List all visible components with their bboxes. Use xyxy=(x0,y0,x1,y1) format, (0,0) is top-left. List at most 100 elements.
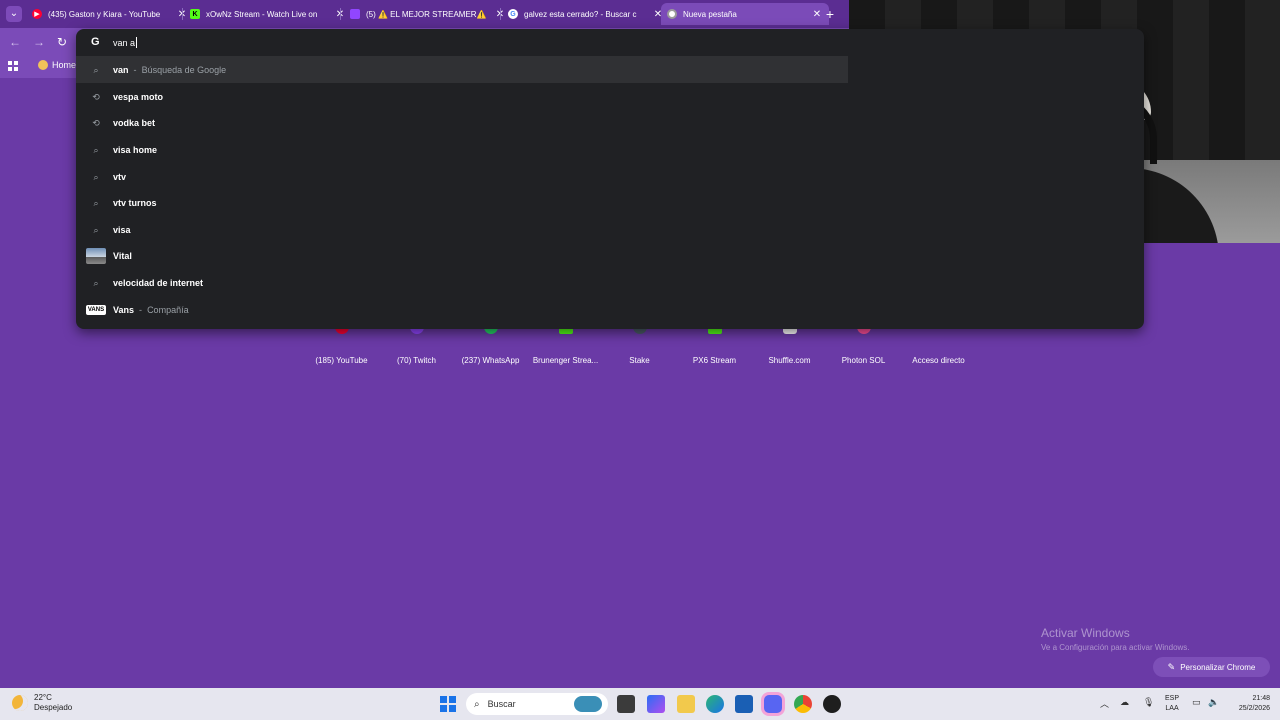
tab-youtube[interactable]: ▶ (435) Gaston y Kiara - YouTube ✕ xyxy=(26,3,194,25)
shortcut-label: Stake xyxy=(629,356,650,365)
pencil-icon: ✎ xyxy=(1167,661,1176,672)
volume-icon[interactable]: 🔈 xyxy=(1208,697,1219,708)
suggestion-text: vespa moto xyxy=(113,91,164,102)
app-icon[interactable] xyxy=(823,695,841,713)
copilot-icon[interactable] xyxy=(647,695,665,713)
apps-grid-icon[interactable] xyxy=(8,61,18,71)
watermark-title: Activar Windows xyxy=(1041,626,1130,640)
tab-new-tab[interactable]: Nueva pestaña ✕ xyxy=(661,3,829,25)
suggestion-row[interactable]: ⟲ vodka bet xyxy=(76,109,848,136)
network-icon[interactable]: ▭ xyxy=(1192,697,1201,708)
shortcut-label: (237) WhatsApp xyxy=(461,356,520,365)
store-icon[interactable] xyxy=(735,695,753,713)
taskbar-search[interactable]: ⌕ Buscar xyxy=(466,693,608,715)
search-icon: ⌕ xyxy=(93,171,99,182)
moon-icon xyxy=(12,695,28,711)
home-favicon-icon xyxy=(38,60,48,70)
search-icon: ⌕ xyxy=(93,224,99,235)
shortcut-label: (185) YouTube xyxy=(315,356,368,365)
suggestion-row[interactable]: ⌕ van - Búsqueda de Google xyxy=(76,56,848,83)
suggestion-thumbnail xyxy=(86,247,106,264)
omnibox-dropdown: G van a ⌕ van - Búsqueda de Google ⟲ ves… xyxy=(76,29,1144,329)
tab-title: (5) ⚠️ EL MEJOR STREAMER⚠️ xyxy=(366,9,487,19)
suggestion-row[interactable]: ⌕ visa xyxy=(76,216,848,243)
microphone-icon[interactable]: 🎙 xyxy=(1143,697,1154,708)
reload-icon[interactable]: ↻ xyxy=(55,34,69,50)
suggestion-text: vodka bet xyxy=(113,117,156,128)
twitch-icon xyxy=(350,9,360,19)
tab-separator xyxy=(182,8,183,20)
tab-search-button[interactable]: ⌄ xyxy=(6,6,22,22)
suggestion-text: visa xyxy=(113,224,131,235)
watermark-subtitle: Ve a Configuración para activar Windows. xyxy=(1041,643,1190,652)
file-explorer-icon[interactable] xyxy=(677,695,695,713)
edge-icon[interactable] xyxy=(706,695,724,713)
vans-logo-icon: VANS xyxy=(86,304,106,315)
tab-twitch[interactable]: (5) ⚠️ EL MEJOR STREAMER⚠️ ✕ xyxy=(344,3,512,25)
lang-layout: LAA xyxy=(1165,705,1179,712)
back-icon[interactable]: ← xyxy=(8,34,22,50)
suggestion-text: Vans xyxy=(113,304,135,315)
shortcut-label: Acceso directo xyxy=(912,356,965,365)
tab-separator xyxy=(340,8,341,20)
suggestion-row[interactable]: ⌕ vtv xyxy=(76,163,848,190)
suggestion-subtext: Búsqueda de Google xyxy=(141,64,227,75)
suggestion-row[interactable]: Vital xyxy=(76,242,848,269)
google-icon: G xyxy=(508,9,518,19)
forward-icon[interactable]: → xyxy=(32,34,46,50)
suggestion-text: van xyxy=(113,64,129,75)
tab-title: galvez esta cerrado? - Buscar c xyxy=(524,9,637,19)
new-tab-button[interactable]: + xyxy=(822,6,838,22)
kick-icon: K xyxy=(190,9,200,19)
customize-label: Personalizar Chrome xyxy=(1180,662,1256,672)
language-indicator[interactable]: ESP LAA xyxy=(1165,694,1179,714)
weather-status: Despejado xyxy=(34,703,73,712)
chrome-icon xyxy=(667,9,677,19)
tab-title: (435) Gaston y Kiara - YouTube xyxy=(48,9,161,19)
task-view-icon[interactable] xyxy=(617,695,635,713)
shortcut-label: Shuffle.com xyxy=(768,356,811,365)
tab-separator xyxy=(500,8,501,20)
tab-title: Nueva pestaña xyxy=(683,9,737,19)
address-input[interactable]: van a xyxy=(113,37,138,48)
suggestion-text: velocidad de internet xyxy=(113,277,204,288)
weather-widget[interactable]: 22°C Despejado xyxy=(12,693,72,713)
cloud-icon[interactable]: ☁ xyxy=(1120,697,1129,708)
shortcut-label: Photon SOL xyxy=(841,356,886,365)
suggestion-text: vtv turnos xyxy=(113,197,157,208)
search-icon: ⌕ xyxy=(93,277,99,288)
tab-google-search[interactable]: G galvez esta cerrado? - Buscar c ✕ xyxy=(502,3,670,25)
shortcut-label: (70) Twitch xyxy=(397,356,436,365)
chrome-icon[interactable] xyxy=(794,695,812,713)
clock[interactable]: 21:48 25/2/2026 xyxy=(1228,694,1270,714)
address-bar[interactable]: G van a xyxy=(76,29,1144,56)
google-icon: G xyxy=(91,36,100,48)
suggestion-row[interactable]: ⌕ visa home xyxy=(76,136,848,163)
search-icon: ⌕ xyxy=(93,144,99,155)
search-icon: ⌕ xyxy=(93,197,99,208)
suggestion-text: vtv xyxy=(113,171,127,182)
youtube-icon: ▶ xyxy=(32,9,42,19)
windows-start-icon[interactable] xyxy=(440,696,456,712)
bookmark-label: Home xyxy=(52,60,77,70)
suggestion-subtext: Compañía xyxy=(147,304,189,315)
suggestion-row[interactable]: ⌕ velocidad de internet xyxy=(76,269,848,296)
search-icon: ⌕ xyxy=(474,698,480,710)
lang-code: ESP xyxy=(1165,695,1180,702)
suggestion-row[interactable]: ⟲ vespa moto xyxy=(76,83,848,110)
bookmark-home[interactable]: Home xyxy=(38,60,76,70)
tab-strip: ⌄ ▶ (435) Gaston y Kiara - YouTube ✕ K x… xyxy=(0,0,849,28)
suggestion-row[interactable]: ⌕ vtv turnos xyxy=(76,189,848,216)
suggestion-row[interactable]: VANS Vans - Compañía xyxy=(76,296,848,323)
chevron-up-icon[interactable]: ︿ xyxy=(1100,697,1109,710)
date: 25/2/2026 xyxy=(1238,705,1270,712)
discord-icon[interactable] xyxy=(764,695,782,713)
history-icon: ⟲ xyxy=(92,117,100,128)
temperature: 22°C xyxy=(34,693,52,702)
customize-chrome-button[interactable]: ✎ Personalizar Chrome xyxy=(1153,657,1270,677)
activate-windows-watermark: Activar Windows Ve a Configuración para … xyxy=(1041,626,1190,652)
tab-kick[interactable]: K xOwNz Stream - Watch Live on ✕ xyxy=(184,3,352,25)
suggestion-text: visa home xyxy=(113,144,158,155)
time: 21:48 xyxy=(1252,695,1270,702)
search-label: Buscar xyxy=(487,699,516,709)
